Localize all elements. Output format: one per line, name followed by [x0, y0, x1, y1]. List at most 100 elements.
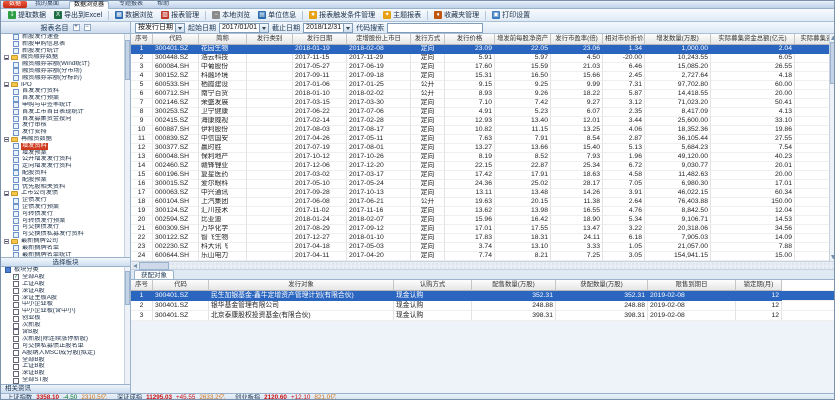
data-browse-button[interactable]: ▦数据浏览 — [111, 10, 157, 21]
report-manage-button[interactable]: ▨报表管理 — [157, 10, 203, 21]
column-header[interactable]: 认购方式 — [394, 280, 472, 291]
tree-item[interactable]: 新股发行速查 — [1, 34, 130, 41]
sector-root[interactable]: 板块分类 — [1, 267, 130, 274]
scroll-up-icon[interactable] — [831, 35, 835, 40]
tree-item[interactable]: 新股发行统计 — [1, 48, 130, 55]
local-browse-button[interactable]: −本地浏览 — [208, 10, 254, 21]
column-header[interactable]: 获配数量(万股) — [556, 280, 648, 291]
table-row[interactable]: 22300122.SZ智飞生物2017-12-272018-01-10定向17.… — [131, 234, 829, 243]
tree-item[interactable]: IPO — [1, 82, 130, 89]
checkbox[interactable] — [13, 329, 19, 335]
tree-item[interactable]: 定向增发发行资料 — [1, 163, 130, 170]
tree-item[interactable]: 公开增发发行资料 — [1, 156, 130, 163]
column-header[interactable]: 实际募集资金净额(亿元) — [795, 34, 829, 45]
sector-item[interactable]: 上证A股 — [1, 281, 130, 288]
report-trigger-button[interactable]: ★报表触发条件管理 — [305, 10, 379, 21]
checkbox[interactable] — [13, 281, 19, 287]
tree-item[interactable]: 首发发行预案 — [1, 95, 130, 102]
tree-item[interactable]: 可转债发行 — [1, 211, 130, 218]
checkbox[interactable] — [13, 316, 19, 322]
print-settings-button[interactable]: ▣打印设置 — [488, 10, 534, 21]
table-row[interactable]: 16300015.SZ爱尔眼科2017-05-102017-05-24定向24.… — [131, 180, 829, 189]
column-header[interactable]: 发行类别 — [247, 34, 293, 45]
column-header[interactable]: 发行价格 — [445, 34, 495, 45]
checkbox[interactable] — [13, 288, 19, 294]
table-row[interactable]: 15600196.SH复星医药2017-03-022017-03-17定向17.… — [131, 171, 829, 180]
scrollbar-thumb[interactable] — [125, 40, 130, 80]
expander-icon[interactable] — [4, 82, 9, 87]
tree-item[interactable]: 融资融券余额(分标的) — [1, 75, 130, 82]
table-row[interactable]: 11000839.SZ中信国安2017-04-262017-05-11定向7.6… — [131, 135, 829, 144]
table-row[interactable]: 19300124.SZ汇川技术2017-11-022017-11-16定向13.… — [131, 207, 829, 216]
checkbox[interactable] — [13, 309, 19, 315]
column-header[interactable]: 限售到期日 — [648, 280, 736, 291]
table-row[interactable]: 10600887.SH伊利股份2017-08-032017-08-17定向10.… — [131, 126, 829, 135]
checkbox[interactable] — [13, 336, 19, 342]
tree-item[interactable]: 发行安排 — [1, 129, 130, 136]
sector-item[interactable]: 创业板 — [1, 315, 130, 322]
checkbox[interactable] — [13, 343, 19, 349]
sector-item[interactable]: 全部B股 — [1, 357, 130, 364]
column-header[interactable]: 配售数量(万股) — [472, 280, 556, 291]
tree-item[interactable]: 配股资料 — [1, 170, 130, 177]
table-row[interactable]: 17000063.SZ中兴通讯2017-09-282017-10-13定向13.… — [131, 189, 829, 198]
sector-item[interactable]: 次新股 — [1, 322, 130, 329]
tree-item[interactable]: 发行审核 — [1, 122, 130, 129]
table-row[interactable]: 20002594.SZ比亚迪2018-01-242018-02-07定向15.9… — [131, 216, 829, 225]
tree-item[interactable]: 最新摘牌名单 — [1, 245, 130, 252]
table-row[interactable]: 2300401.SZ银华基金管理有限公司现金认购248.88248.882019… — [131, 301, 835, 311]
detail-tab[interactable]: 获配对象 — [134, 270, 174, 279]
unit-info-button[interactable]: ▤单位信息 — [254, 10, 300, 21]
table-row[interactable]: 8300253.SZ卫宁健康2017-06-222017-07-06定向4.91… — [131, 108, 829, 117]
table-row[interactable]: 24600644.SH乐山电力2017-04-112017-04-20定向7.7… — [131, 252, 829, 261]
related-news-bar[interactable]: 相关资讯 — [1, 384, 130, 393]
table-row[interactable]: 3600084.SH中葡股份2017-05-272017-06-19定向17.6… — [131, 63, 829, 72]
column-header[interactable]: 序号 — [131, 34, 153, 45]
checkbox[interactable] — [13, 371, 19, 377]
table-row[interactable]: 1300401.SZ花园生物2018-01-192018-02-08定向23.0… — [131, 45, 829, 54]
checkbox[interactable] — [13, 302, 19, 308]
tree-item[interactable]: 企债发行预案 — [1, 204, 130, 211]
tree-item[interactable]: 最新摘牌公司 — [1, 238, 130, 245]
sector-item[interactable]: 次新股(除连续涨停新股) — [1, 336, 130, 343]
tree-item[interactable]: 首发募集资金投向 — [1, 116, 130, 123]
tree-item[interactable]: 首发上市首日表现统计 — [1, 109, 130, 116]
table-row[interactable]: 1300401.SZ民生加银基金-鑫牛定增资产管理计划(有限合伙)现金认购352… — [131, 291, 835, 301]
sector-item[interactable]: 上证B股 — [1, 363, 130, 370]
titlebar-tab[interactable]: 我的桌面 — [31, 1, 63, 9]
tree-item[interactable]: 可交换债私募发行资料 — [1, 231, 130, 238]
tree-item[interactable]: 申购与中签率统计 — [1, 102, 130, 109]
start-date-select[interactable]: 2017/01/01 — [219, 23, 269, 33]
sector-item[interactable]: 深证主板A股 — [1, 295, 130, 302]
table-row[interactable]: 14002460.SZ赣锋锂业2017-12-062017-12-20定向22.… — [131, 162, 829, 171]
table-row[interactable]: 3300401.SZ北京泰康股权投资基金(有限合伙)现金认购398.31398.… — [131, 311, 835, 321]
table-row[interactable]: 2300448.SZ浩云科技2017-11-152017-11-29定向5.91… — [131, 54, 829, 63]
column-header[interactable]: 发行日期 — [293, 34, 347, 45]
column-header[interactable]: 锁定期(月) — [736, 280, 782, 291]
tree-item[interactable]: 融资融券数据 — [1, 54, 130, 61]
table-row[interactable]: 23002230.SZ科大讯飞2017-04-182017-05-03定向3.7… — [131, 243, 829, 252]
ticker-group[interactable]: 上证指数3358.10-4.502310.5亿 — [7, 394, 107, 400]
collapse-all-button[interactable]: − — [84, 24, 91, 31]
sector-item[interactable]: A股纳入MSCI成分股(拟定) — [1, 350, 130, 357]
column-header[interactable]: 代码 — [153, 34, 199, 45]
column-header[interactable]: 发行市盈率(倍) — [551, 34, 603, 45]
expand-all-button[interactable]: + — [73, 24, 80, 31]
column-header[interactable]: 相对市价折价率(%) — [603, 34, 645, 45]
table-row[interactable]: 13600048.SH保利地产2017-10-122017-10-26定向8.1… — [131, 153, 829, 162]
scrollbar-thumb[interactable] — [139, 262, 169, 270]
scrollbar-thumb[interactable] — [125, 271, 130, 305]
column-header[interactable]: 实际募集资金总额(亿元) — [711, 34, 795, 45]
vertical-scrollbar[interactable] — [829, 34, 835, 261]
table-row[interactable]: 18600104.SH上汽集团2017-06-082017-06-21公开19.… — [131, 198, 829, 207]
scrollbar-thumb[interactable] — [830, 42, 835, 84]
sector-item[interactable]: 深证A股 — [1, 288, 130, 295]
tree-scrollbar[interactable] — [124, 34, 130, 257]
column-header[interactable]: 增发前每股净资产 — [495, 34, 551, 45]
tree-item[interactable]: 新股申购信息表 — [1, 41, 130, 48]
titlebar-tab[interactable]: 专题报表 — [115, 1, 147, 9]
tree-item[interactable]: 增发资料 — [1, 143, 130, 150]
checkbox[interactable] — [13, 350, 19, 356]
sector-item[interactable]: 深证B股 — [1, 370, 130, 377]
table-row[interactable]: 9002415.SZ海康威视2017-02-142017-02-28定向12.9… — [131, 117, 829, 126]
